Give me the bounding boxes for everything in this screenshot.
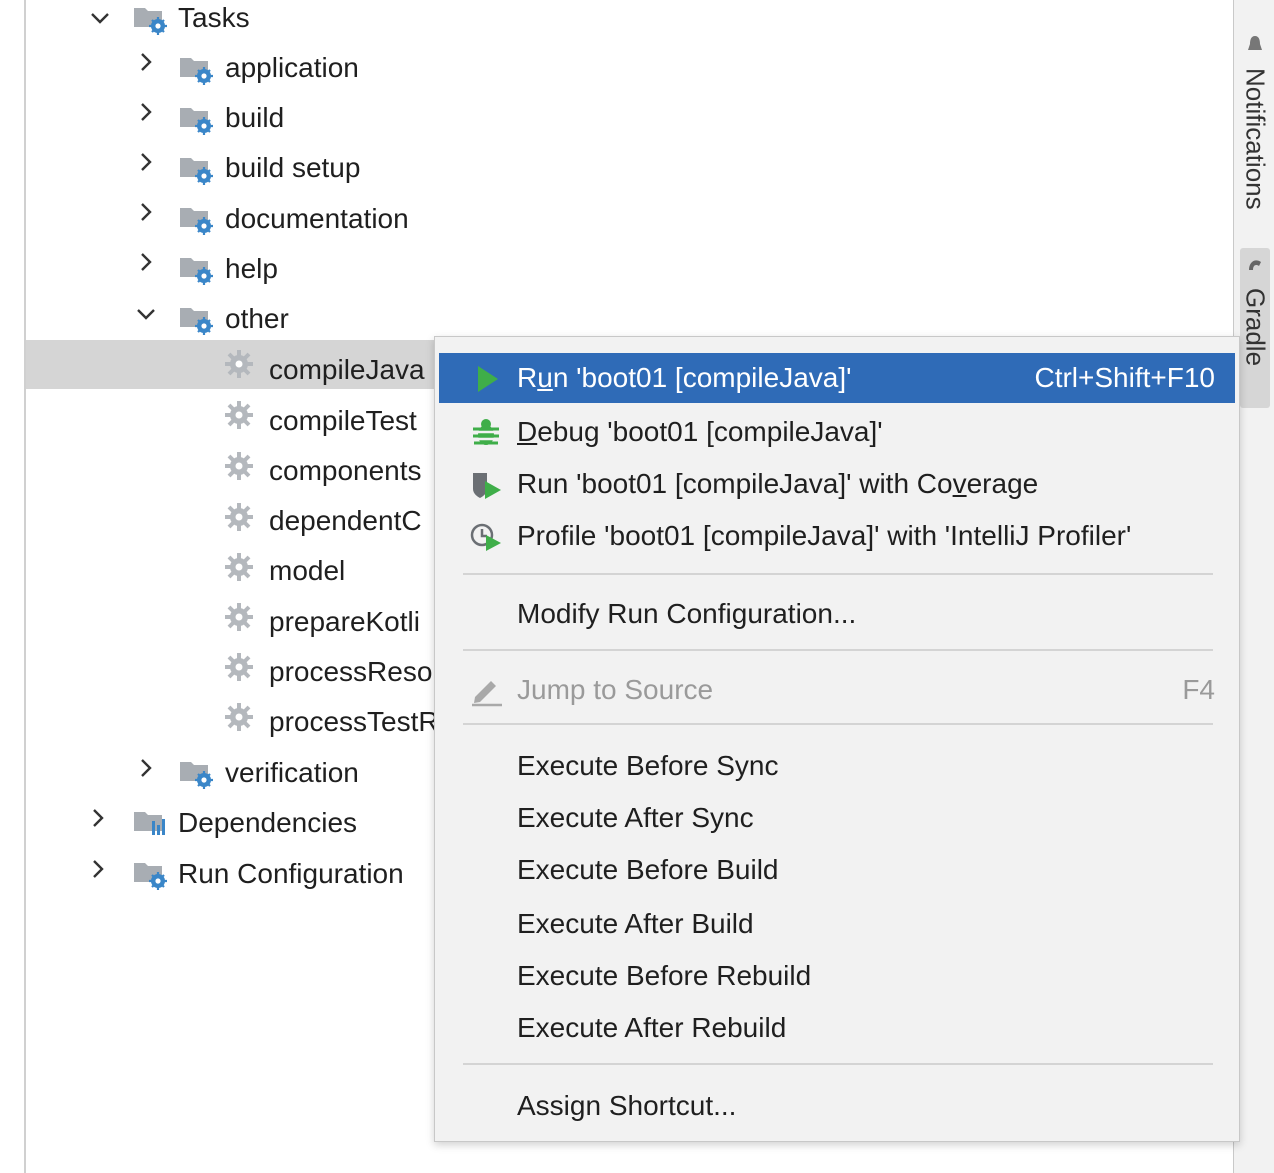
task-folder-icon [178,756,216,790]
chevron-right-icon[interactable] [86,857,110,881]
menu-item-execute-before-build[interactable]: Execute Before Build [439,845,1235,895]
tree-node-help[interactable]: help [225,244,278,294]
task-compiletest[interactable]: compileTest [269,396,417,446]
tree-node-build-setup[interactable]: build setup [225,143,360,193]
tree-node-documentation[interactable]: documentation [225,194,409,244]
debug-label: Debug 'boot01 [compileJava]' [517,416,883,447]
menu-item-run-with-coverage[interactable]: Run 'boot01 [compileJava]' with Coverage [439,459,1235,509]
jump-shortcut: F4 [1182,674,1215,705]
task-processresources[interactable]: processReso [269,647,432,697]
execute-before-rebuild-label: Execute Before Rebuild [517,960,812,991]
bell-icon [1248,36,1262,50]
task-folder-icon [178,52,216,86]
profiler-icon [470,523,501,551]
task-model[interactable]: model [269,546,345,596]
chevron-right-icon[interactable] [86,806,110,830]
task-folder-icon [132,2,170,36]
gear-icon [222,550,256,584]
task-folder-icon [178,202,216,236]
execute-after-sync-label: Execute After Sync [517,802,754,833]
gear-icon [222,600,256,634]
tree-node-application[interactable]: application [225,43,359,93]
tree-node-verification[interactable]: verification [225,748,359,798]
chevron-right-icon[interactable] [134,756,158,780]
menu-item-execute-after-sync[interactable]: Execute After Sync [439,793,1235,843]
task-folder-icon [178,152,216,186]
task-compilejava[interactable]: compileJava [269,345,425,395]
menu-item-debug[interactable]: Debug 'boot01 [compileJava]' [439,407,1235,457]
menu-separator [463,1063,1213,1065]
modify-label: Modify Run Configuration... [517,598,857,629]
pencil-icon [472,681,502,707]
jump-label: Jump to Source [517,674,714,705]
menu-item-modify-run-configuration[interactable]: Modify Run Configuration... [439,589,1235,639]
menu-item-execute-before-rebuild[interactable]: Execute Before Rebuild [439,951,1235,1001]
menu-item-assign-shortcut[interactable]: Assign Shortcut... [439,1081,1235,1131]
task-processtestresources[interactable]: processTestR [269,697,439,747]
gear-icon [222,500,256,534]
execute-before-build-label: Execute Before Build [517,854,779,885]
task-dependentc[interactable]: dependentC [269,496,422,546]
task-folder-icon [132,857,170,891]
chevron-right-icon[interactable] [134,200,158,224]
gear-icon [222,449,256,483]
task-preparekotlin[interactable]: prepareKotli [269,597,420,647]
menu-item-execute-after-rebuild[interactable]: Execute After Rebuild [439,1003,1235,1053]
menu-separator [463,723,1213,725]
chevron-right-icon[interactable] [134,50,158,74]
gear-icon [222,700,256,734]
menu-separator [463,649,1213,651]
panel-border [24,0,26,1173]
tree-node-tasks[interactable]: Tasks [178,0,250,43]
coverage-label: Run 'boot01 [compileJava]' with Coverage [517,468,1039,499]
tree-node-other[interactable]: other [225,294,289,344]
tree-node-dependencies[interactable]: Dependencies [178,798,357,848]
debug-bug-icon [473,419,499,445]
chevron-down-icon[interactable] [134,302,158,326]
menu-item-profile[interactable]: Profile 'boot01 [compileJava]' with 'Int… [439,511,1235,561]
chevron-down-icon[interactable] [88,6,112,30]
run-shortcut: Ctrl+Shift+F10 [1034,362,1215,393]
task-folder-icon [178,102,216,136]
menu-item-execute-after-build[interactable]: Execute After Build [439,899,1235,949]
task-folder-icon [178,252,216,286]
gradle-icon [1249,260,1261,270]
gradle-tool-window: Tasks application build build setup docu… [0,0,1274,1173]
chevron-right-icon[interactable] [134,100,158,124]
coverage-icon [473,473,501,499]
menu-item-execute-before-sync[interactable]: Execute Before Sync [439,741,1235,791]
menu-item-jump-to-source[interactable]: Jump to Source F4 [439,665,1235,715]
run-label: Run 'boot01 [compileJava]' [517,362,852,393]
gear-icon [222,398,256,432]
chevron-right-icon[interactable] [134,250,158,274]
notifications-tool-button[interactable]: Notifications [1240,28,1271,238]
execute-after-build-label: Execute After Build [517,908,754,939]
context-menu: Run 'boot01 [compileJava]' Ctrl+Shift+F1… [434,336,1240,1142]
gear-icon [222,347,256,381]
gear-icon [222,650,256,684]
dependencies-icon [132,806,170,840]
run-icon [478,366,498,392]
task-components[interactable]: components [269,446,422,496]
assign-shortcut-label: Assign Shortcut... [517,1090,737,1121]
profile-label: Profile 'boot01 [compileJava]' with 'Int… [517,520,1132,551]
chevron-right-icon[interactable] [134,150,158,174]
execute-before-sync-label: Execute Before Sync [517,750,779,781]
gradle-tool-button[interactable]: Gradle [1240,248,1271,408]
menu-item-run[interactable]: Run 'boot01 [compileJava]' Ctrl+Shift+F1… [439,353,1235,403]
tree-node-build[interactable]: build [225,93,284,143]
task-folder-icon [178,302,216,336]
menu-separator [463,573,1213,575]
tree-node-run-configurations[interactable]: Run Configuration [178,849,404,899]
execute-after-rebuild-label: Execute After Rebuild [517,1012,787,1043]
